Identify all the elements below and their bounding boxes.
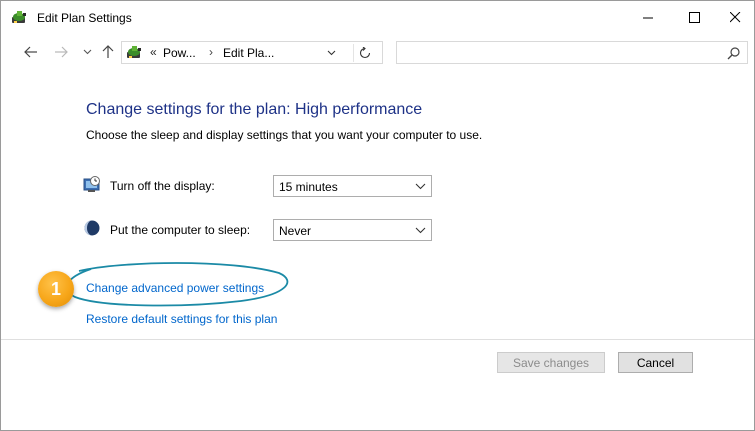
back-button[interactable] [22, 43, 40, 61]
sleep-moon-icon [84, 220, 100, 236]
breadcrumb-edit-plan-settings[interactable]: Edit Pla... [223, 46, 274, 60]
turn-off-display-value: 15 minutes [279, 180, 338, 194]
sleep-select[interactable]: Never [273, 219, 432, 241]
highlight-ellipse [65, 262, 289, 307]
power-plan-icon [127, 46, 141, 58]
search-box[interactable] [396, 41, 748, 64]
page-title: Change settings for the plan: High perfo… [86, 101, 423, 118]
maximize-button[interactable] [671, 1, 717, 34]
footer-divider [1, 339, 754, 340]
display-clock-icon [83, 176, 100, 192]
save-changes-button[interactable]: Save changes [497, 352, 605, 373]
step-callout-badge: 1 [38, 271, 74, 307]
cancel-button[interactable]: Cancel [618, 352, 693, 373]
chevron-down-icon [415, 227, 426, 234]
maximize-icon [688, 12, 700, 23]
close-button[interactable] [717, 1, 754, 34]
breadcrumb-separator[interactable]: › [209, 45, 213, 59]
address-bar[interactable]: « Pow... › Edit Pla... [121, 41, 383, 64]
search-icon [727, 47, 740, 60]
turn-off-display-label: Turn off the display: [110, 179, 215, 193]
window-title: Edit Plan Settings [37, 11, 132, 25]
arrow-up-icon [102, 45, 114, 58]
chevron-down-icon [327, 50, 335, 56]
edit-plan-settings-window: Edit Plan Settings « Pow... › Edit Pla..… [0, 0, 755, 431]
breadcrumb-overflow[interactable]: « [150, 45, 157, 59]
minimize-button[interactable] [625, 1, 671, 34]
sleep-value: Never [279, 224, 312, 238]
breadcrumb-power-options[interactable]: Pow... [163, 46, 196, 60]
up-button[interactable] [99, 43, 117, 61]
navigation-bar: « Pow... › Edit Pla... [1, 37, 754, 67]
restore-default-settings-link[interactable]: Restore default settings for this plan [86, 312, 277, 326]
refresh-icon [359, 47, 370, 59]
minimize-icon [642, 17, 653, 19]
power-plan-icon [12, 11, 26, 23]
arrow-right-icon [55, 46, 68, 58]
refresh-button[interactable] [353, 44, 375, 62]
chevron-down-icon [83, 49, 91, 55]
recent-locations-button[interactable] [78, 43, 96, 61]
sleep-label: Put the computer to sleep: [110, 223, 251, 237]
arrow-left-icon [24, 46, 37, 58]
close-icon [730, 12, 741, 23]
chevron-down-icon [415, 183, 426, 190]
page-description: Choose the sleep and display settings th… [86, 128, 483, 142]
forward-button[interactable] [52, 43, 70, 61]
title-bar[interactable]: Edit Plan Settings [1, 1, 754, 34]
address-history-dropdown[interactable] [322, 45, 340, 61]
turn-off-display-select[interactable]: 15 minutes [273, 175, 432, 197]
